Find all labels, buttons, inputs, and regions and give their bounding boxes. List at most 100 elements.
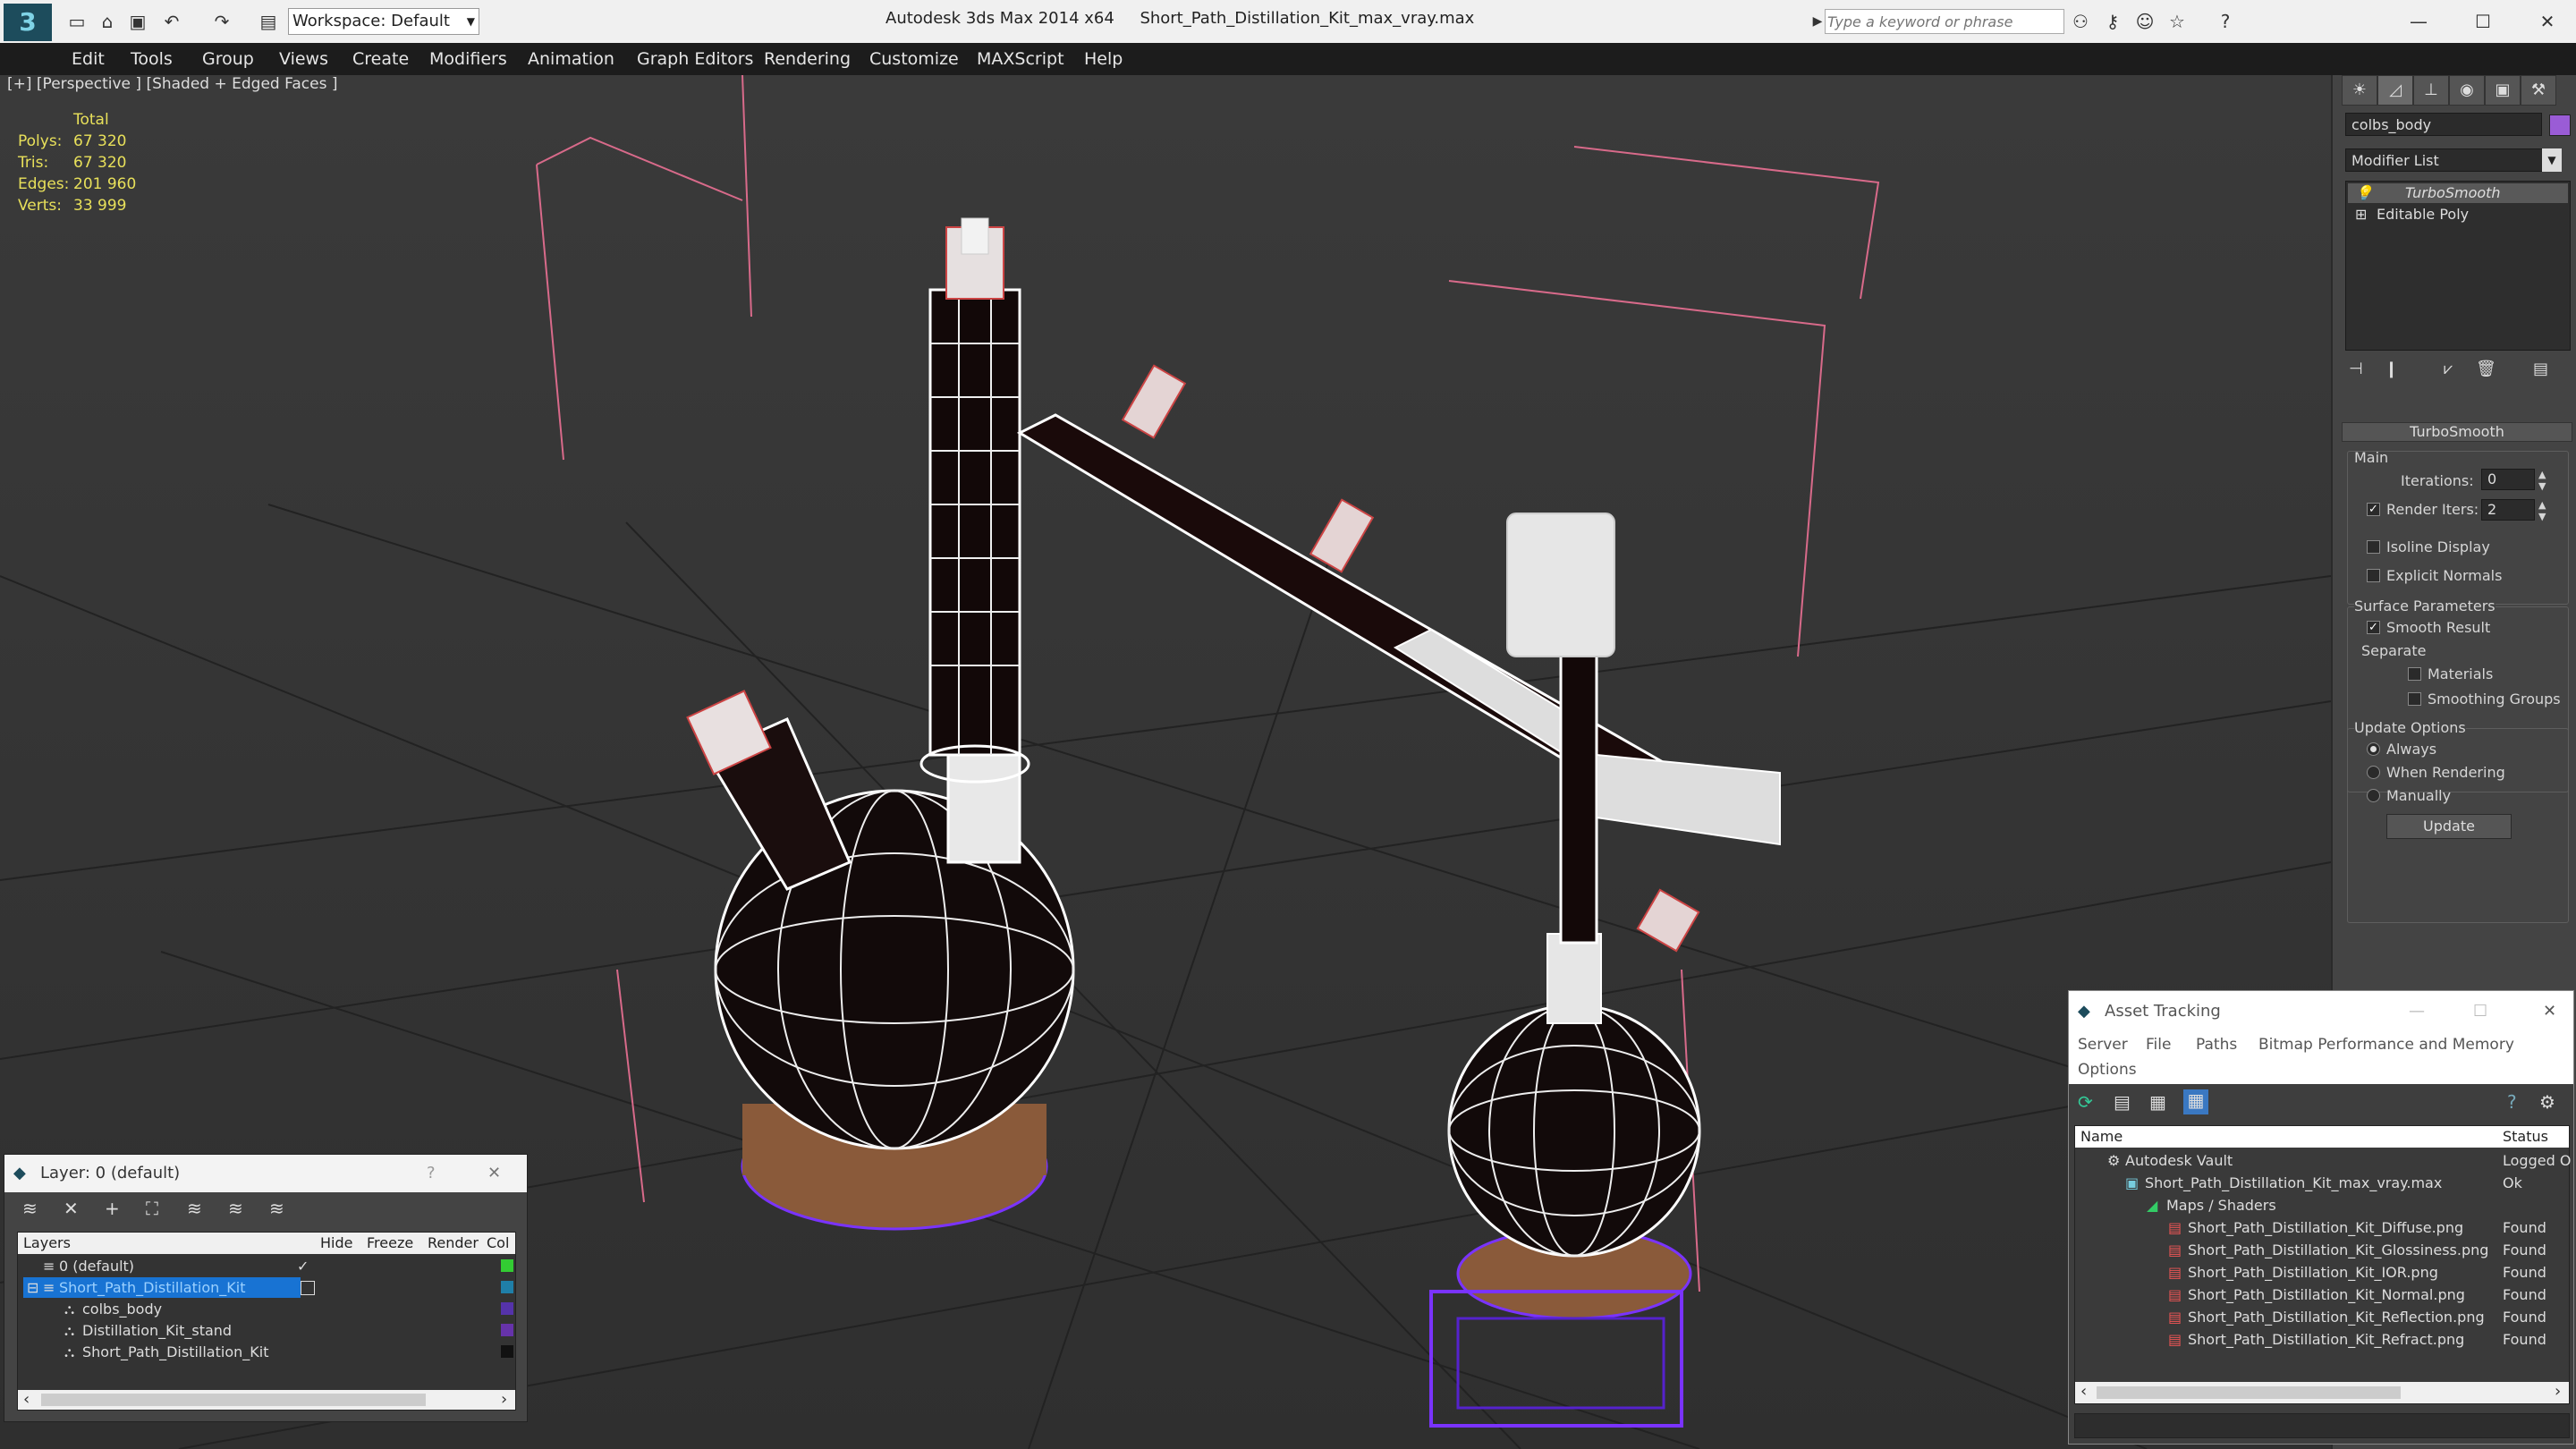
always-radio[interactable] xyxy=(2367,742,2380,756)
create-tab-sun-icon[interactable]: ☀ xyxy=(2342,75,2377,106)
menu-graph-editors[interactable]: Graph Editors xyxy=(637,43,753,75)
explicit-normals-checkbox[interactable] xyxy=(2367,569,2380,582)
asset-row[interactable]: ▤ Short_Path_Distillation_Kit_Normal.png… xyxy=(2075,1284,2571,1306)
active-check-icon[interactable]: ✓ xyxy=(297,1256,309,1276)
freeze-all-icon[interactable]: ≋ xyxy=(269,1198,284,1219)
search-input[interactable] xyxy=(1825,9,2064,34)
menu-tools[interactable]: Tools xyxy=(131,43,173,75)
project-folder-icon[interactable]: ▤ xyxy=(256,9,281,34)
col-status[interactable]: Status xyxy=(2503,1126,2548,1148)
menu-views[interactable]: Views xyxy=(279,43,328,75)
render-iters-input[interactable]: 2 xyxy=(2481,499,2535,521)
render-iters-spinner-icon[interactable]: ▲ ▼ xyxy=(2538,499,2546,522)
collapse-icon[interactable]: ⊟ xyxy=(27,1277,38,1298)
binoculars-icon[interactable]: ⚇ xyxy=(2068,9,2093,34)
minimize-icon[interactable]: — xyxy=(2409,991,2425,1032)
expand-icon[interactable]: ⊞ xyxy=(2355,205,2367,225)
when-rendering-radio[interactable] xyxy=(2367,766,2380,779)
refresh-icon[interactable]: ⟳ xyxy=(2078,1091,2093,1113)
asset-menu-file[interactable]: File xyxy=(2146,1036,2171,1054)
key-icon[interactable]: ⚷ xyxy=(2100,9,2125,34)
menu-animation[interactable]: Animation xyxy=(528,43,614,75)
menu-edit[interactable]: Edit xyxy=(72,43,105,75)
user-icon[interactable]: ☺ xyxy=(2132,9,2157,34)
asset-menu-server[interactable]: Server xyxy=(2078,1036,2128,1054)
asset-dialog-title-bar[interactable]: ◆ Asset Tracking — ☐ ✕ xyxy=(2069,991,2573,1032)
asset-menu-paths[interactable]: Paths xyxy=(2196,1036,2237,1054)
pin-stack-icon[interactable]: ⊣ xyxy=(2349,360,2363,378)
asset-row[interactable]: ▤ Short_Path_Distillation_Kit_Diffuse.pn… xyxy=(2075,1216,2571,1239)
col-render[interactable]: Render xyxy=(428,1233,479,1254)
grid-view-icon[interactable]: ▦ xyxy=(2183,1089,2208,1114)
col-name[interactable]: Name xyxy=(2080,1126,2123,1148)
layer-row[interactable]: ⛬ colbs_body xyxy=(18,1299,515,1319)
menu-group[interactable]: Group xyxy=(202,43,254,75)
close-icon[interactable]: ✕ xyxy=(2535,9,2560,34)
stack-item-editable-poly[interactable]: ⊞ Editable Poly xyxy=(2348,205,2568,225)
make-unique-icon[interactable]: ⩗ xyxy=(2444,360,2453,378)
new-file-icon[interactable]: ▭ xyxy=(64,9,89,34)
modifier-list-dropdown[interactable]: Modifier List xyxy=(2345,148,2562,172)
turbosmooth-rollout-header[interactable]: TurboSmooth xyxy=(2342,422,2572,442)
iterations-input[interactable]: 0 xyxy=(2481,469,2535,490)
chevron-down-icon[interactable]: ▼ xyxy=(2542,148,2562,172)
menu-modifiers[interactable]: Modifiers xyxy=(429,43,507,75)
scroll-right-icon[interactable]: › xyxy=(501,1390,507,1409)
layer-row[interactable]: ⛬ Distillation_Kit_stand xyxy=(18,1320,515,1341)
help-icon[interactable]: ? xyxy=(427,1155,436,1192)
star-icon[interactable]: ☆ xyxy=(2165,9,2190,34)
asset-menu-bitmap[interactable]: Bitmap Performance and Memory xyxy=(2258,1036,2514,1054)
materials-checkbox[interactable] xyxy=(2408,667,2421,681)
save-icon[interactable]: ▣ xyxy=(125,9,150,34)
render-iters-checkbox[interactable]: ✓ xyxy=(2367,503,2380,516)
maximize-icon[interactable]: ☐ xyxy=(2470,9,2496,34)
list-view-icon[interactable]: ▤ xyxy=(2114,1091,2131,1113)
lightbulb-icon[interactable]: 💡 xyxy=(2355,183,2373,203)
maximize-icon[interactable]: ☐ xyxy=(2473,991,2487,1032)
col-hide[interactable]: Hide xyxy=(320,1233,352,1254)
settings-icon[interactable]: ⚙ xyxy=(2539,1091,2555,1113)
layer-hscrollbar[interactable]: ‹ › xyxy=(18,1390,515,1410)
highlight-layer-icon[interactable]: ≋ xyxy=(187,1198,202,1219)
new-layer-icon[interactable]: ≋ xyxy=(22,1198,38,1219)
update-button[interactable]: Update xyxy=(2386,814,2512,839)
close-icon[interactable]: ✕ xyxy=(487,1155,501,1192)
col-layers[interactable]: Layers xyxy=(23,1233,71,1254)
app-logo-icon[interactable]: 3 xyxy=(4,4,52,41)
smooth-result-checkbox[interactable]: ✓ xyxy=(2367,621,2380,634)
menu-maxscript[interactable]: MAXScript xyxy=(977,43,1064,75)
utilities-tab-icon[interactable]: ⚒ xyxy=(2521,75,2556,106)
iterations-spinner-icon[interactable]: ▲ ▼ xyxy=(2538,469,2546,492)
scroll-thumb[interactable] xyxy=(2097,1386,2401,1399)
help-icon[interactable]: ? xyxy=(2507,1091,2517,1113)
current-layer-box[interactable] xyxy=(301,1281,315,1295)
asset-row[interactable]: ▣ Short_Path_Distillation_Kit_max_vray.m… xyxy=(2075,1172,2571,1194)
table-view-icon[interactable]: ▦ xyxy=(2149,1091,2166,1113)
scroll-right-icon[interactable]: › xyxy=(2555,1382,2561,1401)
remove-modifier-icon[interactable]: 🗑 xyxy=(2476,360,2496,378)
undo-icon[interactable]: ↶ xyxy=(159,9,184,34)
asset-hscrollbar[interactable]: ‹ › xyxy=(2075,1382,2569,1403)
select-objects-icon[interactable]: ⛶ xyxy=(146,1198,158,1219)
layer-color-swatch[interactable] xyxy=(501,1345,513,1358)
layer-color-swatch[interactable] xyxy=(501,1324,513,1336)
scroll-left-icon[interactable]: ‹ xyxy=(23,1390,30,1409)
asset-row[interactable]: ▤ Short_Path_Distillation_Kit_Refract.pn… xyxy=(2075,1328,2571,1351)
menu-create[interactable]: Create xyxy=(352,43,409,75)
menu-customize[interactable]: Customize xyxy=(869,43,959,75)
motion-tab-icon[interactable]: ◉ xyxy=(2449,75,2485,106)
asset-row[interactable]: ▤ Short_Path_Distillation_Kit_Reflection… xyxy=(2075,1306,2571,1328)
workspace-dropdown[interactable]: Workspace: Default ▼ xyxy=(288,8,479,35)
hide-all-icon[interactable]: ≋ xyxy=(228,1198,243,1219)
redo-icon[interactable]: ↷ xyxy=(209,9,234,34)
add-to-layer-icon[interactable]: + xyxy=(105,1198,120,1219)
asset-row[interactable]: ◢ Maps / Shaders xyxy=(2075,1194,2571,1216)
viewport-label[interactable]: [+] [Perspective ] [Shaded + Edged Faces… xyxy=(7,75,337,93)
asset-menu-options[interactable]: Options xyxy=(2078,1061,2137,1079)
layer-color-swatch[interactable] xyxy=(501,1302,513,1315)
modify-tab-icon[interactable]: ◿ xyxy=(2377,75,2413,106)
configure-sets-icon[interactable]: ▤ xyxy=(2533,360,2548,378)
minimize-icon[interactable]: — xyxy=(2406,9,2431,34)
stack-item-turbosmooth[interactable]: 💡 TurboSmooth xyxy=(2348,183,2568,203)
scroll-thumb[interactable] xyxy=(41,1394,426,1406)
